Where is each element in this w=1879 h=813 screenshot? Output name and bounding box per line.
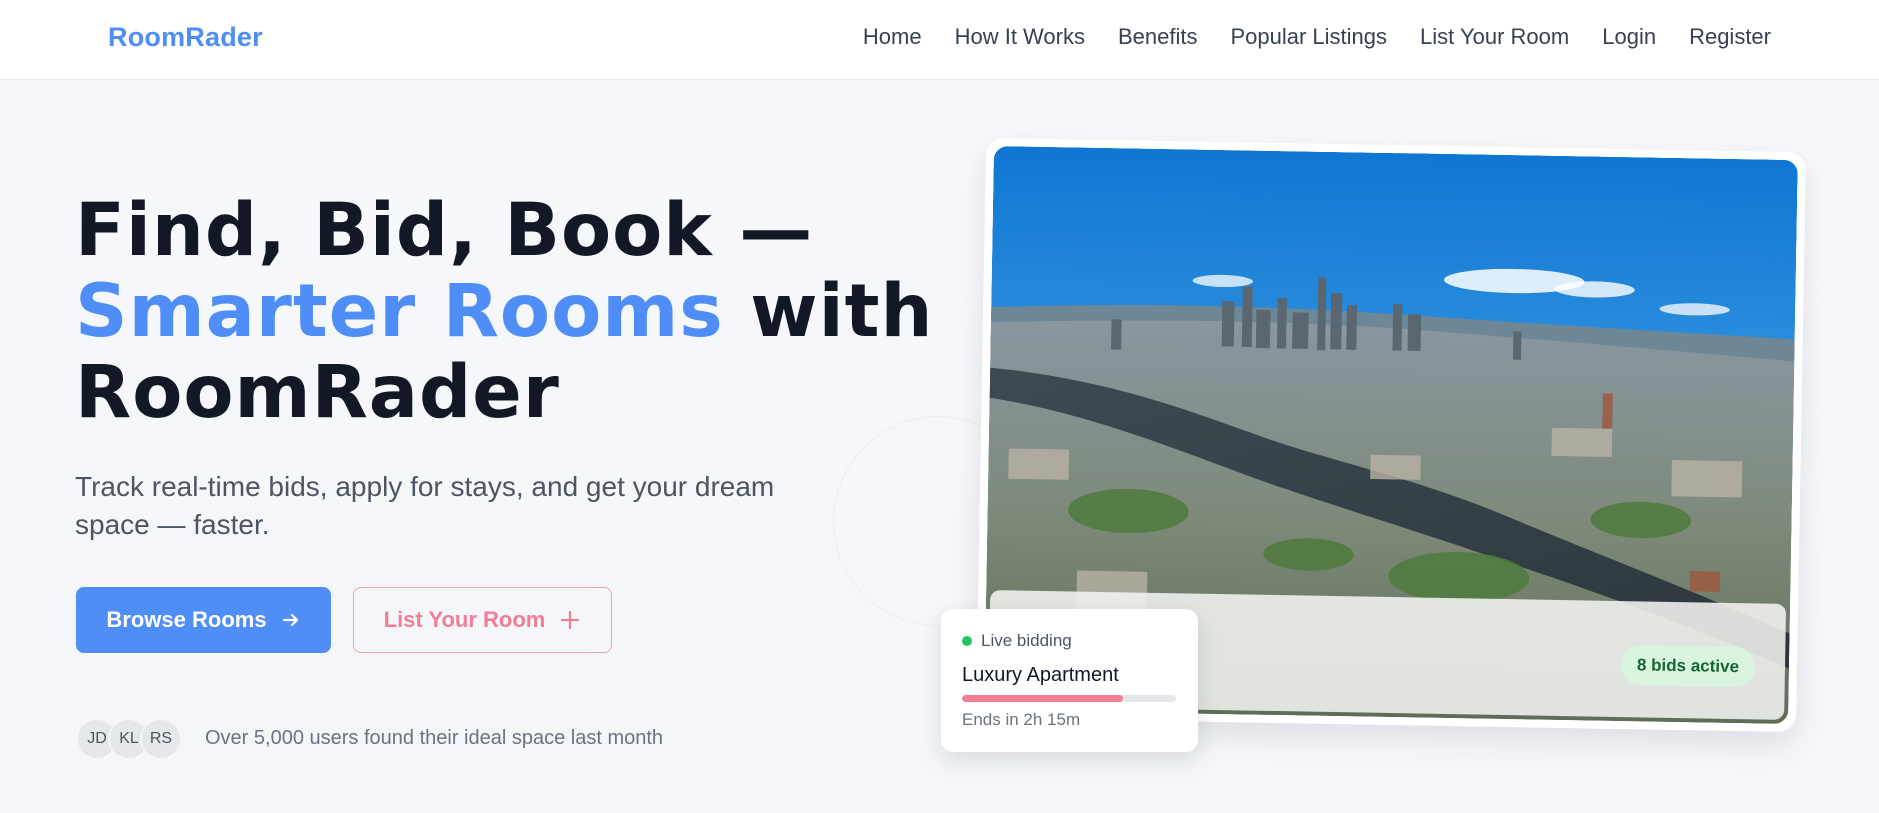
brand-logo[interactable]: RoomRader — [108, 22, 263, 53]
list-your-room-label: List Your Room — [383, 607, 546, 632]
arrow-right-icon — [281, 610, 301, 630]
list-your-room-button[interactable]: List Your Room — [353, 587, 612, 653]
nav-link-login[interactable]: Login — [1602, 24, 1656, 50]
browse-rooms-button[interactable]: Browse Rooms — [76, 587, 331, 653]
hero-title-brand: RoomRader — [75, 350, 560, 435]
top-navbar: RoomRader Home How It Works Benefits Pop… — [0, 0, 1879, 80]
bid-ends-text: Ends in 2h 15m — [962, 710, 1081, 729]
nav-link-how-it-works[interactable]: How It Works — [955, 24, 1085, 50]
bid-listing-title: Luxury Apartment — [962, 664, 1119, 686]
social-proof-text: Over 5,000 users found their ideal space… — [205, 727, 664, 749]
bid-progress-bar — [962, 695, 1176, 702]
browse-rooms-label: Browse Rooms — [106, 607, 267, 632]
hero-title-line1: Find, Bid, Book — — [75, 188, 814, 273]
hero-title-accent: Smarter Rooms — [75, 269, 724, 354]
nav-link-benefits[interactable]: Benefits — [1118, 24, 1198, 50]
live-status-label: Live bidding — [981, 631, 1072, 650]
plus-icon — [559, 609, 581, 631]
nav-link-list-your-room[interactable]: List Your Room — [1420, 24, 1569, 50]
hero-title-with: with — [723, 269, 934, 354]
avatar: RS — [140, 718, 182, 760]
live-status: Live bidding — [962, 631, 1072, 651]
bid-progress-fill — [962, 695, 1123, 702]
hero-subtitle: Track real-time bids, apply for stays, a… — [75, 471, 775, 540]
live-dot-icon — [962, 636, 972, 646]
hero-title: Find, Bid, Book — Smarter Rooms with Roo… — [75, 190, 955, 433]
nav-link-home[interactable]: Home — [863, 24, 922, 50]
user-avatars: JD KL RS — [76, 718, 182, 760]
nav-link-register[interactable]: Register — [1689, 24, 1771, 50]
live-bidding-card[interactable]: Live bidding Luxury Apartment Ends in 2h… — [941, 609, 1198, 752]
bids-active-badge: 8 bids active — [1620, 645, 1756, 688]
nav-link-popular-listings[interactable]: Popular Listings — [1230, 24, 1387, 50]
nav-links: Home How It Works Benefits Popular Listi… — [863, 24, 1771, 50]
